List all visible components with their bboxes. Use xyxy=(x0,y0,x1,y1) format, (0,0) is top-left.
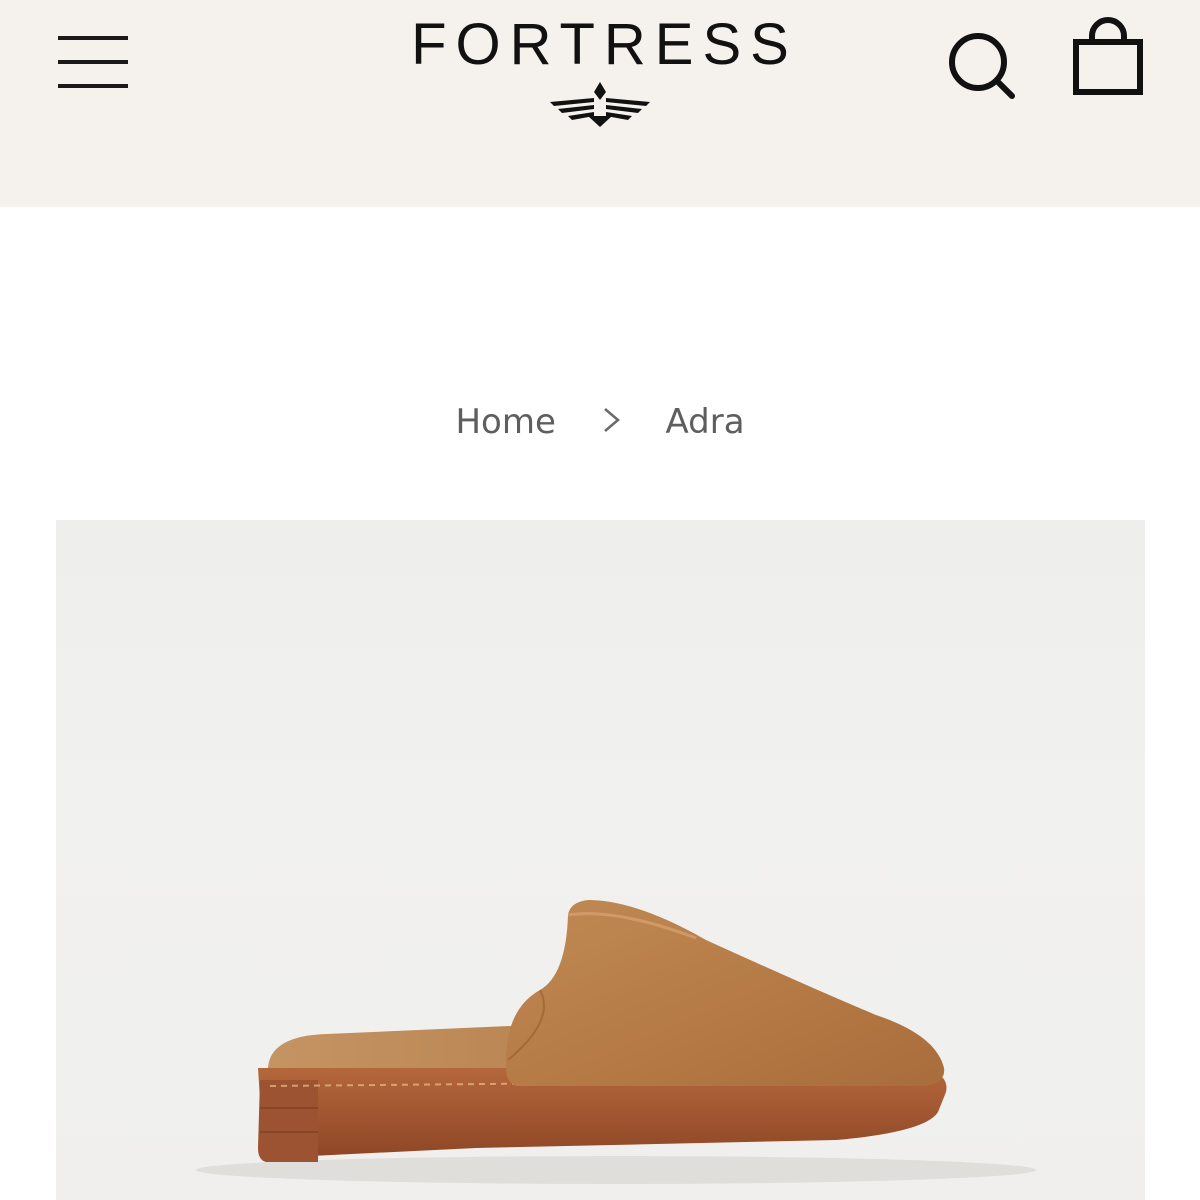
product-image[interactable] xyxy=(56,520,1145,1200)
search-icon xyxy=(949,33,1015,99)
chevron-right-icon xyxy=(603,408,620,432)
breadcrumb-current: Adra xyxy=(665,402,745,442)
product-page: FORTRESS Home Adra xyxy=(0,0,1200,1200)
search-button[interactable] xyxy=(940,24,1020,104)
menu-line xyxy=(58,84,128,88)
site-header: FORTRESS xyxy=(0,0,1200,207)
menu-line xyxy=(58,36,128,40)
winged-emblem-icon xyxy=(550,82,650,127)
brand-name: FORTRESS xyxy=(411,12,798,77)
brand-logo[interactable]: FORTRESS xyxy=(370,12,830,132)
mule-shoe-illustration xyxy=(196,900,1036,1184)
breadcrumb-home-link[interactable]: Home xyxy=(455,402,555,442)
shopping-bag-icon xyxy=(1073,17,1143,95)
cart-button[interactable] xyxy=(1068,14,1148,100)
menu-button[interactable] xyxy=(52,28,136,98)
menu-line xyxy=(58,60,128,64)
breadcrumb: Home Adra xyxy=(0,392,1200,452)
